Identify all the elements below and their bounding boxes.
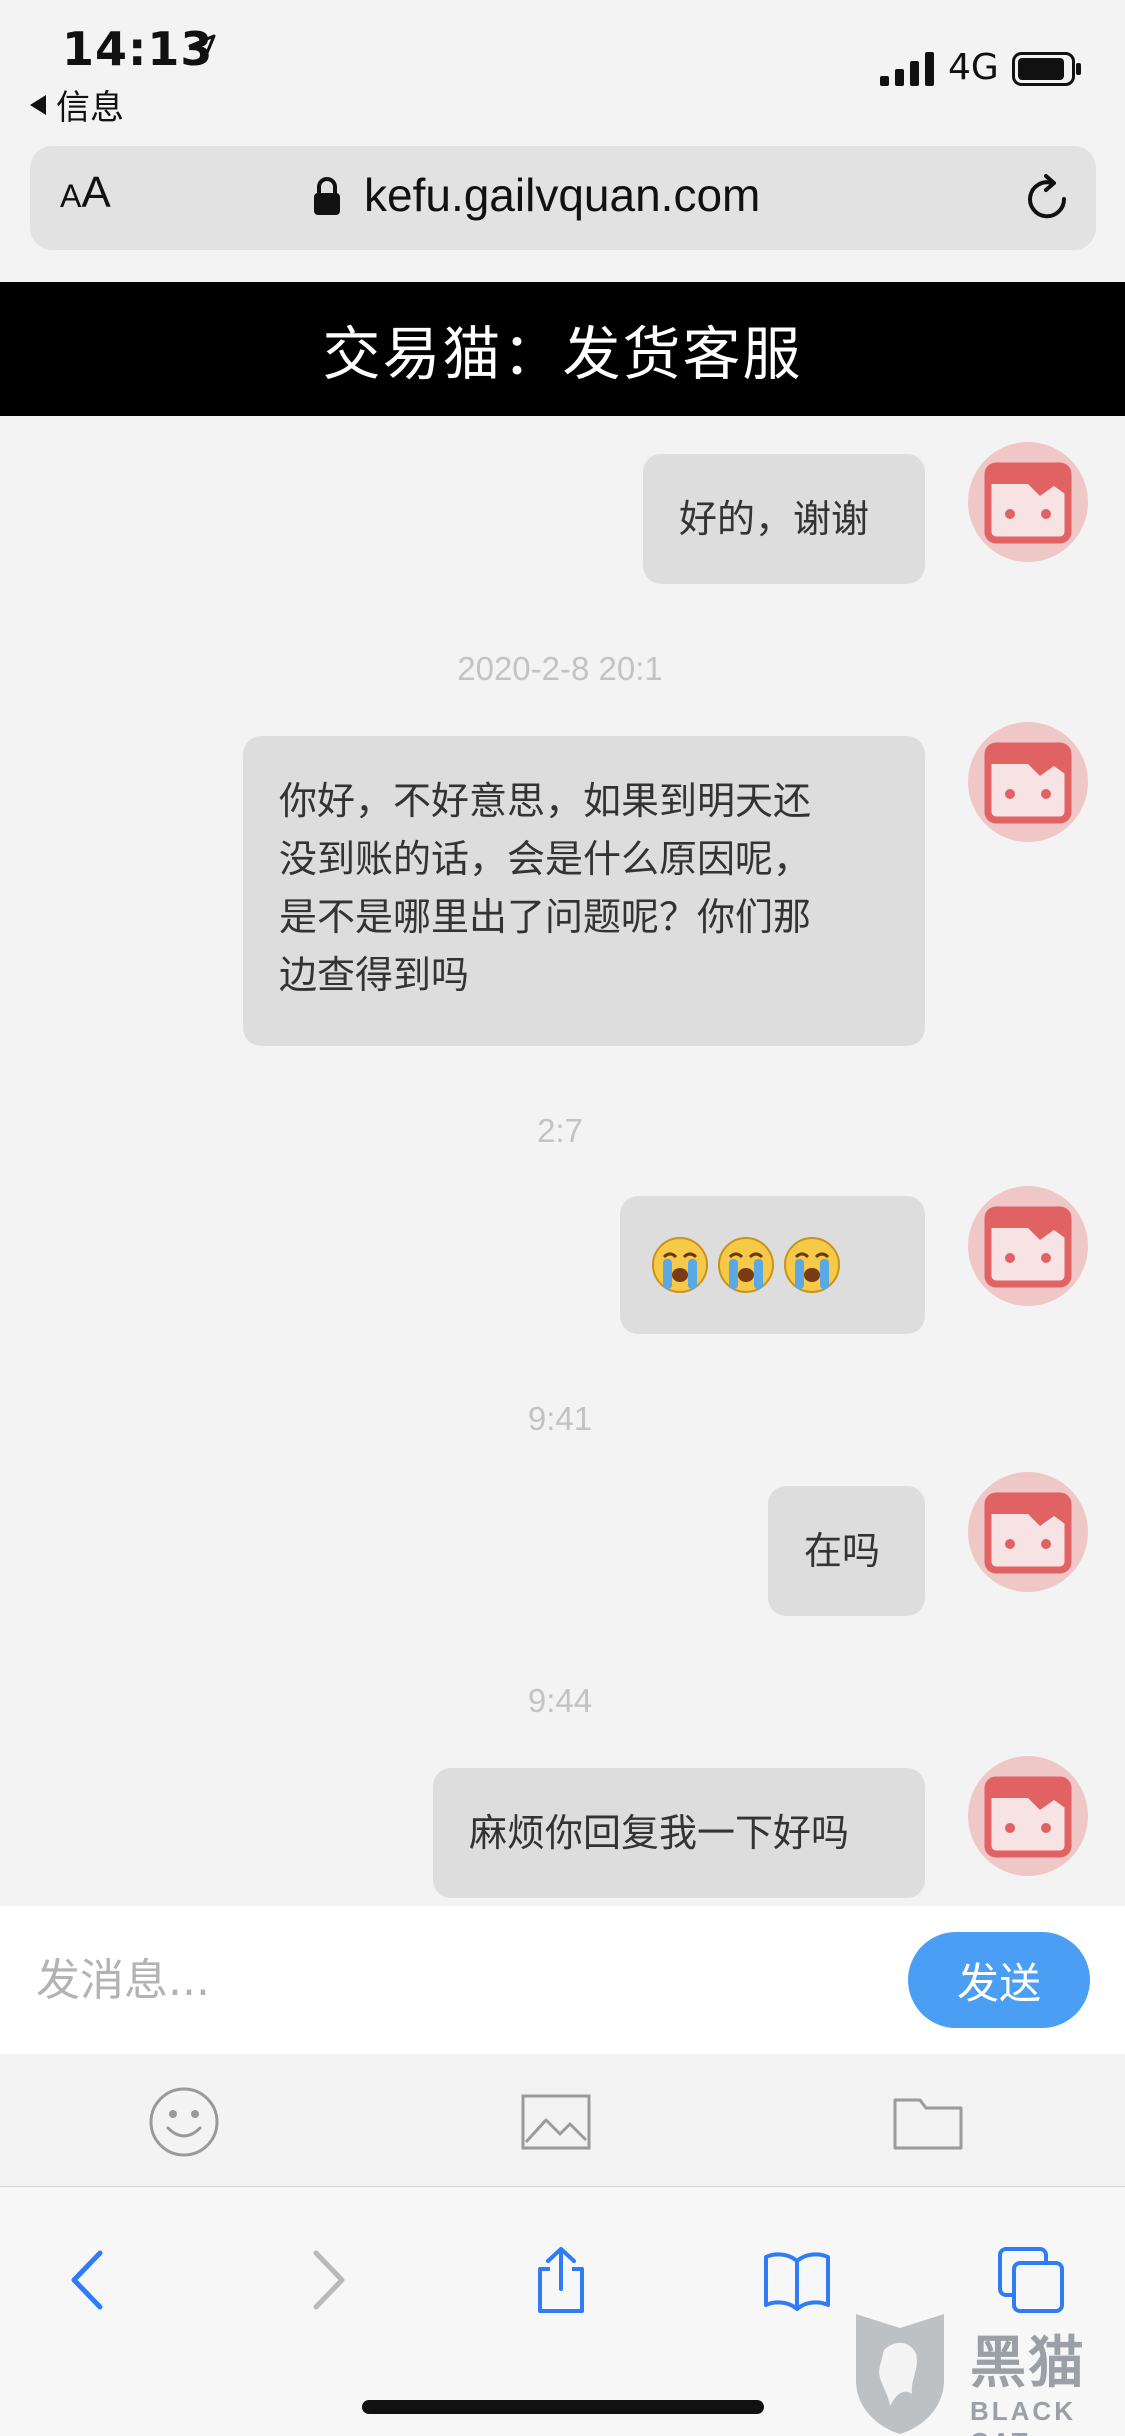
send-button[interactable]: 发送 [908, 1932, 1090, 2028]
smiley-icon[interactable] [148, 2086, 220, 2158]
reload-icon[interactable] [1020, 172, 1074, 226]
message-bubble[interactable]: 你好，不好意思，如果到明天还 没到账的话，会是什么原因呢， 是不是哪里出了问题呢… [243, 736, 925, 1046]
url-text[interactable]: kefu.gailvquan.com [364, 168, 760, 222]
avatar-face-icon [984, 1492, 1072, 1574]
avatar-face-icon [984, 1206, 1072, 1288]
message-text: 在吗 [804, 1529, 881, 1573]
message-text: 麻烦你回复我一下好吗 [469, 1811, 850, 1855]
message-timestamp: 9:44 [527, 1682, 593, 1719]
watermark-text: 黑猫 [970, 2331, 1086, 2396]
crying-face-icon [652, 1237, 708, 1293]
avatar[interactable] [968, 1186, 1088, 1306]
message-bubble[interactable]: 好的，谢谢 [643, 454, 925, 584]
battery-icon [1012, 52, 1081, 86]
avatar[interactable] [968, 722, 1088, 842]
avatar[interactable] [968, 442, 1088, 562]
avatar-face-icon [984, 742, 1072, 824]
address-bar[interactable]: AA kefu.gailvquan.com [30, 146, 1096, 250]
network-type: 4G [948, 47, 999, 88]
message-timestamp: 2:7 [537, 1112, 583, 1149]
avatar-face-icon [984, 1776, 1072, 1858]
message-composer: 发送 [0, 1906, 1125, 2054]
message-line: 边查得到吗 [279, 953, 470, 997]
forward-icon[interactable] [290, 2245, 360, 2315]
message-timestamp: 9:41 [527, 1400, 593, 1437]
avatar-face-icon [984, 462, 1072, 544]
back-to-app-link[interactable]: 信息 [30, 80, 124, 129]
message-text: 好的，谢谢 [679, 497, 870, 541]
folder-icon[interactable] [892, 2086, 964, 2158]
composer-toolbar [0, 2054, 1125, 2186]
page-title: 交易猫：发货客服 [0, 282, 1125, 416]
signal-icon [880, 52, 934, 86]
message-bubble[interactable] [620, 1196, 925, 1334]
lock-icon [314, 177, 340, 215]
home-indicator[interactable] [362, 2400, 764, 2414]
back-app-label: 信息 [56, 88, 124, 128]
tabs-icon[interactable] [996, 2245, 1066, 2315]
back-icon[interactable] [56, 2245, 126, 2315]
status-bar: 14:13 信息 4G [0, 0, 1125, 140]
message-bubble[interactable]: 在吗 [768, 1486, 925, 1616]
share-icon[interactable] [526, 2245, 596, 2315]
message-timestamp: 2020-2-8 20:1 [457, 650, 663, 687]
crying-face-icon [718, 1237, 774, 1293]
image-icon[interactable] [520, 2086, 592, 2158]
message-line: 你好，不好意思，如果到明天还 [279, 779, 812, 823]
text-size-button[interactable]: AA [60, 168, 111, 218]
bookmarks-icon[interactable] [762, 2245, 832, 2315]
location-arrow-icon [188, 34, 216, 62]
back-triangle-icon [30, 94, 46, 115]
message-line: 没到账的话，会是什么原因呢， [279, 837, 812, 881]
avatar[interactable] [968, 1756, 1088, 1876]
message-input[interactable] [36, 1942, 856, 2018]
avatar[interactable] [968, 1472, 1088, 1592]
message-bubble[interactable]: 麻烦你回复我一下好吗 [433, 1768, 925, 1898]
message-line: 是不是哪里出了问题呢？你们那 [279, 895, 812, 939]
watermark-subtext: BLACK CAT [970, 2396, 1076, 2436]
crying-face-icon [784, 1237, 840, 1293]
